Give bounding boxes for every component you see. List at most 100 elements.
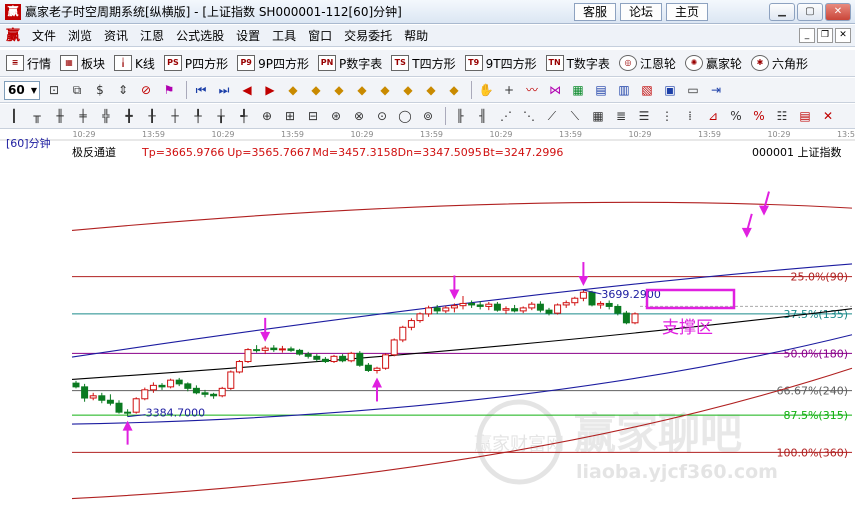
chart-bar-icon[interactable]: ╫ [50, 106, 70, 126]
tool-hexagon-button[interactable]: ✱ 六角形 [750, 55, 808, 72]
tool-quotes-button[interactable]: ≡ 行情 [6, 55, 51, 72]
close-button[interactable]: ✕ [825, 3, 851, 21]
list2-icon[interactable]: ☷ [772, 106, 792, 126]
delete-icon[interactable]: ✕ [818, 106, 838, 126]
chart-bar8-icon[interactable]: ╁ [211, 106, 231, 126]
menu-app-icon[interactable]: 赢 [4, 27, 22, 45]
level3-icon[interactable]: ⋮ [657, 106, 677, 126]
candle-body [235, 361, 243, 373]
chart-bar3-icon[interactable]: ╬ [96, 106, 116, 126]
web4-icon[interactable]: ⊚ [418, 106, 438, 126]
hand-icon[interactable]: ✋ [476, 80, 496, 100]
kline-chart[interactable]: 10:29 13:59 10:29 13:59 10:29 13:59 10:29 13:59… [0, 130, 855, 508]
split-icon[interactable]: ╟ [450, 106, 470, 126]
diamond-7-icon[interactable]: ◆ [421, 80, 441, 100]
level4-icon[interactable]: ⁞ [680, 106, 700, 126]
forum-link[interactable]: 论坛 [620, 3, 663, 21]
book-icon[interactable]: ▧ [637, 80, 657, 100]
minimize-button[interactable]: ▁ [769, 3, 795, 21]
tool-t-table-button[interactable]: TN T数字表 [545, 55, 610, 72]
mdi-restore-button[interactable]: ❐ [817, 28, 833, 43]
menu-window[interactable]: 窗口 [302, 26, 338, 46]
tool-winner-wheel-button[interactable]: ✺ 赢家轮 [684, 55, 742, 72]
mdi-close-button[interactable]: ✕ [835, 28, 851, 43]
vline-icon[interactable]: ┃ [4, 106, 24, 126]
first-icon[interactable]: ⏮ [191, 80, 211, 100]
left-icon[interactable]: ◀ [237, 80, 257, 100]
tool-p-square-button[interactable]: PS P四方形 [163, 55, 228, 72]
print-icon[interactable]: ▭ [683, 80, 703, 100]
diamond-2-icon[interactable]: ◆ [306, 80, 326, 100]
export-icon[interactable]: ⇥ [706, 80, 726, 100]
circle-grid-icon[interactable]: ⊕ [257, 106, 277, 126]
web2-icon[interactable]: ⊗ [349, 106, 369, 126]
tool-9p-square-button[interactable]: P9 9P四方形 [237, 55, 309, 72]
chart-bar4-icon[interactable]: ╋ [119, 106, 139, 126]
wave-icon[interactable]: 〰 [522, 80, 542, 100]
fan-icon[interactable]: ⋰ [496, 106, 516, 126]
split2-icon[interactable]: ╢ [473, 106, 493, 126]
maximize-button[interactable]: ▢ [797, 3, 823, 21]
fan3-icon[interactable]: ⟋ [542, 106, 562, 126]
menu-settings[interactable]: 设置 [230, 26, 266, 46]
calculator-icon[interactable]: ▥ [614, 80, 634, 100]
boxes-icon[interactable]: ⊞ [280, 106, 300, 126]
t-line-icon[interactable]: ╥ [27, 106, 47, 126]
chart-bar9-icon[interactable]: ╃ [234, 106, 254, 126]
level-icon[interactable]: ≣ [611, 106, 631, 126]
grid-select-icon[interactable]: ▦ [568, 80, 588, 100]
web-icon[interactable]: ⊛ [326, 106, 346, 126]
percent-icon[interactable]: % [726, 106, 746, 126]
fold-icon[interactable]: ⊘ [136, 80, 156, 100]
menu-tools[interactable]: 工具 [266, 26, 302, 46]
last-icon[interactable]: ⏭ [214, 80, 234, 100]
tool-kline-button[interactable]: ╽ K线 [114, 55, 155, 72]
level2-icon[interactable]: ☰ [634, 106, 654, 126]
tool-gann-wheel-button[interactable]: ◎ 江恩轮 [618, 55, 676, 72]
menu-help[interactable]: 帮助 [398, 26, 434, 46]
diamond-6-icon[interactable]: ◆ [398, 80, 418, 100]
tool-9t-square-button[interactable]: T9 9T四方形 [464, 55, 537, 72]
chart-bar7-icon[interactable]: ╀ [188, 106, 208, 126]
mdi-minimize-button[interactable]: _ [799, 28, 815, 43]
tool-sector-button[interactable]: ▦ 板块 [60, 55, 105, 72]
pattern-icon[interactable]: ⋈ [545, 80, 565, 100]
calendar-icon[interactable]: ▤ [591, 80, 611, 100]
diamond-4-icon[interactable]: ◆ [352, 80, 372, 100]
chart-bar5-icon[interactable]: ╂ [142, 106, 162, 126]
stepper-icon[interactable]: ⇕ [113, 80, 133, 100]
homepage-link[interactable]: 主页 [666, 3, 709, 21]
grid-lines-icon[interactable]: ▦ [588, 106, 608, 126]
right-icon[interactable]: ▶ [260, 80, 280, 100]
boxes2-icon[interactable]: ⊟ [303, 106, 323, 126]
percent-red-icon[interactable]: % [749, 106, 769, 126]
dollar-icon[interactable]: $ [90, 80, 110, 100]
menu-formula[interactable]: 公式选股 [170, 26, 230, 46]
fan4-icon[interactable]: ⟍ [565, 106, 585, 126]
diamond-5-icon[interactable]: ◆ [375, 80, 395, 100]
chart-bar6-icon[interactable]: ┼ [165, 106, 185, 126]
web3-icon[interactable]: ⊙ [372, 106, 392, 126]
chart-bar2-icon[interactable]: ╪ [73, 106, 93, 126]
copy-icon[interactable]: ⧉ [67, 80, 87, 100]
menu-file[interactable]: 文件 [26, 26, 62, 46]
fib-icon[interactable]: ⊿ [703, 106, 723, 126]
save-icon[interactable]: ▣ [660, 80, 680, 100]
crosshair-icon[interactable]: + [499, 80, 519, 100]
book2-icon[interactable]: ▤ [795, 106, 815, 126]
diamond-8-icon[interactable]: ◆ [444, 80, 464, 100]
diamond-3-icon[interactable]: ◆ [329, 80, 349, 100]
tool-t-square-button[interactable]: TS T四方形 [391, 55, 456, 72]
period-select[interactable]: 60 ▼ [4, 80, 40, 100]
circle-icon[interactable]: ◯ [395, 106, 415, 126]
menu-info[interactable]: 资讯 [98, 26, 134, 46]
fan2-icon[interactable]: ⋱ [519, 106, 539, 126]
tool-p-table-button[interactable]: PN P数字表 [318, 55, 382, 72]
menu-browse[interactable]: 浏览 [62, 26, 98, 46]
diamond-1-icon[interactable]: ◆ [283, 80, 303, 100]
menu-gann[interactable]: 江恩 [134, 26, 170, 46]
zoom-icon[interactable]: ⊡ [44, 80, 64, 100]
flag-icon[interactable]: ⚑ [159, 80, 179, 100]
service-link[interactable]: 客服 [574, 3, 617, 21]
menu-trade[interactable]: 交易委托 [338, 26, 398, 46]
